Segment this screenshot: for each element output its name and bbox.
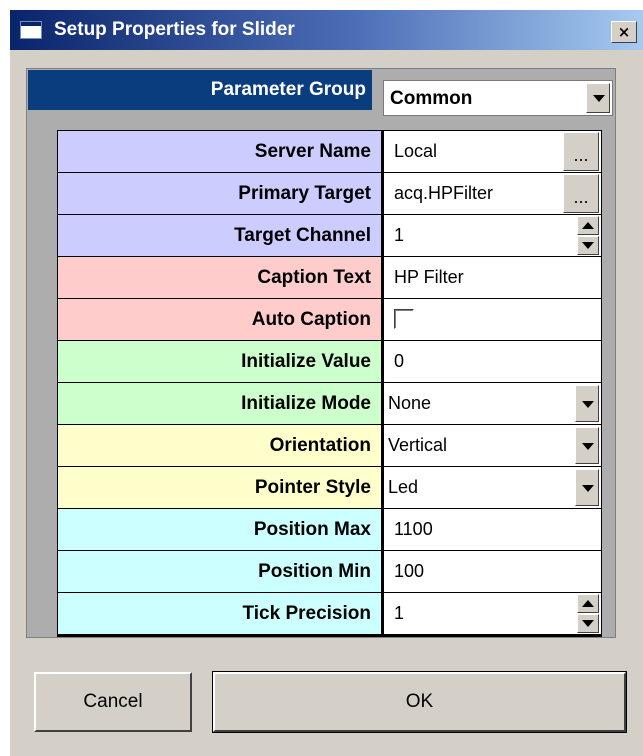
row-target-channel: Target Channel 1 [57,214,602,256]
row-initialize-mode: Initialize Mode None [57,382,602,424]
title-bar[interactable]: Setup Properties for Slider × [10,10,643,50]
initialize-mode-select[interactable]: None [384,383,601,424]
cancel-button[interactable]: Cancel [34,672,192,732]
orientation-select[interactable]: Vertical [384,425,601,466]
parameter-group-value: Common [390,88,473,109]
target-channel-spinner[interactable] [577,216,599,255]
spin-down-icon[interactable] [577,236,599,255]
initialize-value-label: Initialize Value [58,341,381,382]
row-position-min: Position Min 100 [57,550,602,592]
initialize-mode-label: Initialize Mode [58,383,381,424]
caption-text-field[interactable]: HP Filter [384,257,601,298]
auto-caption-label: Auto Caption [58,299,381,340]
spin-up-icon[interactable] [577,216,599,235]
parameter-group-label: Parameter Group [28,70,372,110]
row-primary-target: Primary Target acq.HPFilter ... [57,172,602,214]
auto-caption-checkbox[interactable] [394,309,414,329]
spin-up-icon[interactable] [577,594,599,613]
property-grid: Server Name Local ... Primary Target acq… [57,130,602,637]
ok-button[interactable]: OK [212,671,627,733]
position-min-field[interactable]: 100 [384,551,601,592]
pointer-style-select[interactable]: Led [384,467,601,508]
tick-precision-label: Tick Precision [58,593,381,634]
server-name-browse-button[interactable]: ... [563,132,599,171]
close-button[interactable]: × [611,21,637,43]
position-min-label: Position Min [58,551,381,592]
primary-target-value: acq.HPFilter [394,183,494,203]
chevron-down-icon[interactable] [575,469,599,506]
primary-target-field[interactable]: acq.HPFilter ... [384,173,601,214]
chevron-down-icon[interactable] [575,427,599,464]
row-caption-text: Caption Text HP Filter [57,256,602,298]
row-orientation: Orientation Vertical [57,424,602,466]
chevron-down-icon[interactable] [575,385,599,422]
orientation-label: Orientation [58,425,381,466]
spin-down-icon[interactable] [577,614,599,633]
target-channel-label: Target Channel [58,215,381,256]
position-max-label: Position Max [58,509,381,550]
row-server-name: Server Name Local ... [57,130,602,172]
tick-precision-field[interactable]: 1 [384,593,601,634]
chevron-down-icon[interactable] [586,83,610,113]
target-channel-field[interactable]: 1 [384,215,601,256]
auto-caption-field [384,299,601,340]
caption-text-label: Caption Text [58,257,381,298]
row-initialize-value: Initialize Value 0 [57,340,602,382]
row-tick-precision: Tick Precision 1 [57,592,602,634]
orientation-value: Vertical [388,435,448,455]
row-auto-caption: Auto Caption [57,298,602,340]
initialize-value-field[interactable]: 0 [384,341,601,382]
tick-precision-spinner[interactable] [577,594,599,633]
row-pointer-style: Pointer Style Led [57,466,602,508]
pointer-style-value: Led [388,477,419,497]
tick-precision-value: 1 [394,603,405,623]
position-max-field[interactable]: 1100 [384,509,601,550]
primary-target-label: Primary Target [58,173,381,214]
server-name-value: Local [394,141,438,161]
parameter-group-select[interactable]: Common [383,80,613,116]
primary-target-browse-button[interactable]: ... [563,174,599,213]
initialize-mode-value: None [388,393,432,413]
pointer-style-label: Pointer Style [58,467,381,508]
target-channel-value: 1 [394,225,405,245]
window-title: Setup Properties for Slider [54,19,295,40]
row-position-max: Position Max 1100 [57,508,602,550]
window-icon [20,21,42,39]
server-name-label: Server Name [58,131,381,172]
server-name-field[interactable]: Local ... [384,131,601,172]
